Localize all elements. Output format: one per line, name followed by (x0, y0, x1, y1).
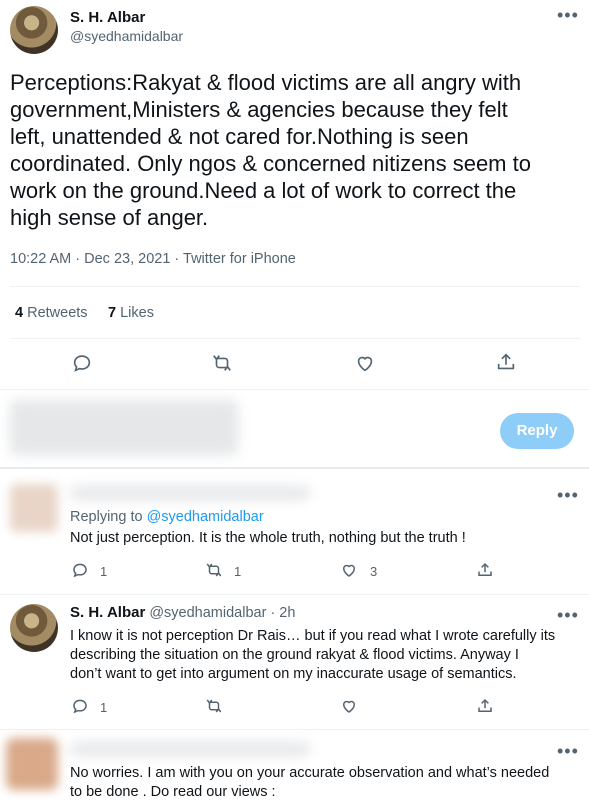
reply-author-redacted (70, 742, 310, 756)
tweet-text-line: Perceptions:Rakyat & flood victims are a… (10, 70, 522, 95)
like-icon[interactable] (354, 352, 376, 374)
divider (0, 729, 589, 730)
reply-text-line: to be done . Do read our views : (70, 784, 276, 800)
likes-count: 7 (108, 305, 117, 321)
reply-text-line: I know it is not perception Dr Rais… but… (70, 628, 556, 644)
reply-count: 1 (100, 700, 108, 715)
reply-count: 1 (100, 564, 108, 579)
reply-author-handle[interactable]: @syedhamidalbar (149, 605, 266, 621)
reply-avatar[interactable] (6, 738, 58, 790)
like-icon[interactable] (340, 561, 358, 579)
reply-icon[interactable] (71, 697, 89, 715)
reply-text-line: No worries. I am with you on your accura… (70, 765, 550, 781)
author-name[interactable]: S. H. Albar (70, 9, 145, 26)
tweet-text-line: coordinated. Only ngos & concerned nitiz… (10, 151, 531, 176)
tweet-text: Perceptions:Rakyat & flood victims are a… (10, 69, 585, 231)
reply-time[interactable]: · 2h (270, 605, 295, 621)
tweet-text-line: government,Ministers & agencies because … (10, 97, 508, 122)
replying-to-handle[interactable]: @syedhamidalbar (147, 509, 264, 525)
reply-text: Not just perception. It is the whole tru… (70, 530, 466, 546)
share-icon[interactable] (495, 351, 517, 373)
replying-to-label: Replying to (70, 509, 143, 525)
retweets-label: Retweets (27, 305, 88, 321)
retweets-stat[interactable]: 4 Retweets (15, 305, 88, 321)
divider (0, 389, 589, 390)
retweet-count: 1 (234, 564, 242, 579)
divider (0, 594, 589, 595)
more-icon[interactable]: ••• (557, 742, 579, 760)
reply-author-name[interactable]: S. H. Albar (70, 604, 145, 621)
replying-to: Replying to @syedhamidalbar (70, 508, 264, 527)
share-icon[interactable] (476, 697, 494, 715)
author-handle[interactable]: @syedhamidalbar (70, 28, 183, 44)
divider (10, 338, 580, 339)
share-icon[interactable] (476, 561, 494, 579)
like-count: 3 (370, 564, 378, 579)
reply-avatar[interactable] (10, 484, 58, 532)
more-icon[interactable]: ••• (557, 6, 579, 24)
retweets-count: 4 (15, 305, 24, 321)
reply-header: S. H. Albar @syedhamidalbar · 2h (70, 604, 295, 621)
like-icon[interactable] (340, 697, 358, 715)
divider (10, 286, 580, 287)
tweet-timestamp[interactable]: 10:22 AM · Dec 23, 2021 · Twitter for iP… (10, 251, 296, 267)
composer-placeholder[interactable] (10, 400, 238, 455)
reply-icon[interactable] (71, 561, 89, 579)
likes-label: Likes (120, 305, 154, 321)
reply-text-line: describing the situation on the ground r… (70, 647, 519, 663)
tweet-text-line: work on the ground.Need a lot of work to… (10, 178, 517, 203)
tweet-text-line: high sense of anger. (10, 205, 209, 230)
reply-text: I know it is not perception Dr Rais… but… (70, 627, 580, 684)
likes-stat[interactable]: 7 Likes (108, 305, 154, 321)
retweet-icon[interactable] (211, 352, 233, 374)
reply-text-line: don’t want to get into argument on my in… (70, 666, 517, 682)
reply-author-redacted (70, 486, 310, 500)
reply-text: No worries. I am with you on your accura… (70, 764, 580, 802)
tweet-text-line: left, unattended & not cared for.Nothing… (10, 124, 469, 149)
reply-button[interactable]: Reply (500, 413, 574, 449)
more-icon[interactable]: ••• (557, 606, 579, 624)
divider (0, 467, 589, 469)
more-icon[interactable]: ••• (557, 486, 579, 504)
reply-icon[interactable] (71, 352, 93, 374)
retweet-icon[interactable] (205, 697, 223, 715)
author-avatar[interactable] (10, 6, 58, 54)
reply-avatar[interactable] (10, 604, 58, 652)
retweet-icon[interactable] (205, 561, 223, 579)
